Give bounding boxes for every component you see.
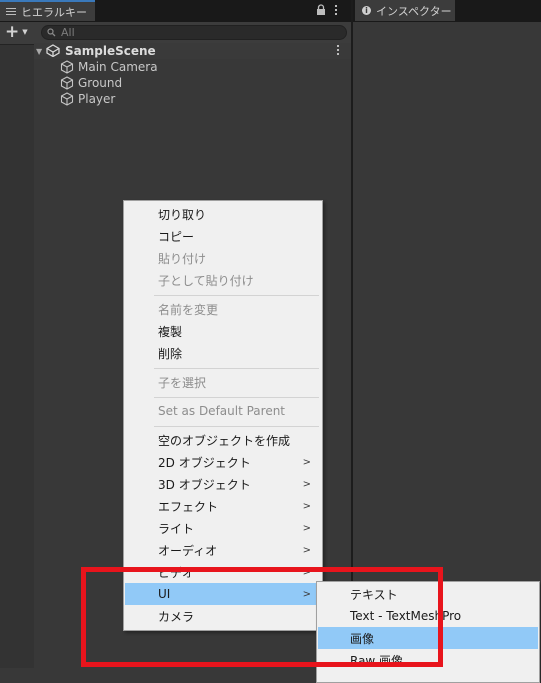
hierarchy-gutter <box>0 45 34 668</box>
hierarchy-list-icon <box>6 7 16 16</box>
scene-name[interactable]: SampleScene <box>65 44 156 58</box>
menu-item-paste: 貼り付け <box>158 251 207 266</box>
menu-item-set-default-parent: Set as Default Parent <box>158 404 286 418</box>
lock-icon[interactable] <box>316 4 326 16</box>
menu-item-effects[interactable]: エフェクト > <box>125 495 321 517</box>
menu-item-cut[interactable]: 切り取り <box>125 203 321 225</box>
hierarchy-item-ground[interactable]: Ground <box>60 75 122 91</box>
gameobject-cube-icon <box>60 92 74 106</box>
plus-icon: + <box>5 22 20 42</box>
inspector-tab-label: インスペクター <box>376 4 452 18</box>
menu-item-select-children: 子を選択 <box>158 375 207 390</box>
menu-separator <box>154 397 319 398</box>
submenu-arrow-icon: > <box>302 544 311 556</box>
menu-item-duplicate[interactable]: 複製 <box>125 320 321 342</box>
dropdown-arrow-icon: ▼ <box>22 28 28 36</box>
hierarchy-tab-label: ヒエラルキー <box>21 5 87 19</box>
menu-item-audio[interactable]: オーディオ > <box>125 539 321 561</box>
hierarchy-options-icon[interactable] <box>335 5 338 17</box>
menu-separator <box>154 368 319 369</box>
menu-item-delete[interactable]: 削除 <box>125 342 321 364</box>
submenu-arrow-icon: > <box>302 500 311 512</box>
hierarchy-item-main-camera[interactable]: Main Camera <box>60 59 158 75</box>
menu-item-copy[interactable]: コピー <box>125 225 321 247</box>
submenu-arrow-icon: > <box>302 522 311 534</box>
unity-scene-icon <box>46 44 60 57</box>
submenu-arrow-icon: > <box>302 456 311 468</box>
annotation-highlight-box <box>81 567 443 667</box>
gameobject-cube-icon <box>60 60 74 74</box>
expand-arrow-icon[interactable]: ▼ <box>36 47 42 56</box>
hierarchy-item-label: Main Camera <box>78 60 158 74</box>
gameobject-cube-icon <box>60 76 74 90</box>
tab-inspector[interactable]: i インスペクター <box>355 0 455 21</box>
submenu-arrow-icon: > <box>302 478 311 490</box>
tab-hierarchy[interactable]: ヒエラルキー <box>0 0 95 21</box>
menu-item-paste-as-child: 子として貼り付け <box>158 273 254 288</box>
menu-separator <box>154 426 319 427</box>
hierarchy-item-player[interactable]: Player <box>60 91 115 107</box>
menu-item-light[interactable]: ライト > <box>125 517 321 539</box>
scene-options-icon[interactable] <box>337 45 340 57</box>
hierarchy-item-label: Ground <box>78 76 123 90</box>
create-button[interactable]: + ▼ <box>5 22 33 42</box>
info-icon: i <box>362 6 371 15</box>
hierarchy-item-label: Player <box>78 92 116 106</box>
menu-item-3d-object[interactable]: 3D オブジェクト > <box>125 473 321 495</box>
menu-item-rename: 名前を変更 <box>158 302 219 317</box>
hierarchy-search-input[interactable] <box>61 26 321 39</box>
menu-item-2d-object[interactable]: 2D オブジェクト > <box>125 451 321 473</box>
menu-item-create-empty[interactable]: 空のオブジェクトを作成 <box>125 429 321 451</box>
hierarchy-search[interactable] <box>41 25 347 40</box>
menu-separator <box>154 295 319 296</box>
search-icon <box>47 28 56 37</box>
